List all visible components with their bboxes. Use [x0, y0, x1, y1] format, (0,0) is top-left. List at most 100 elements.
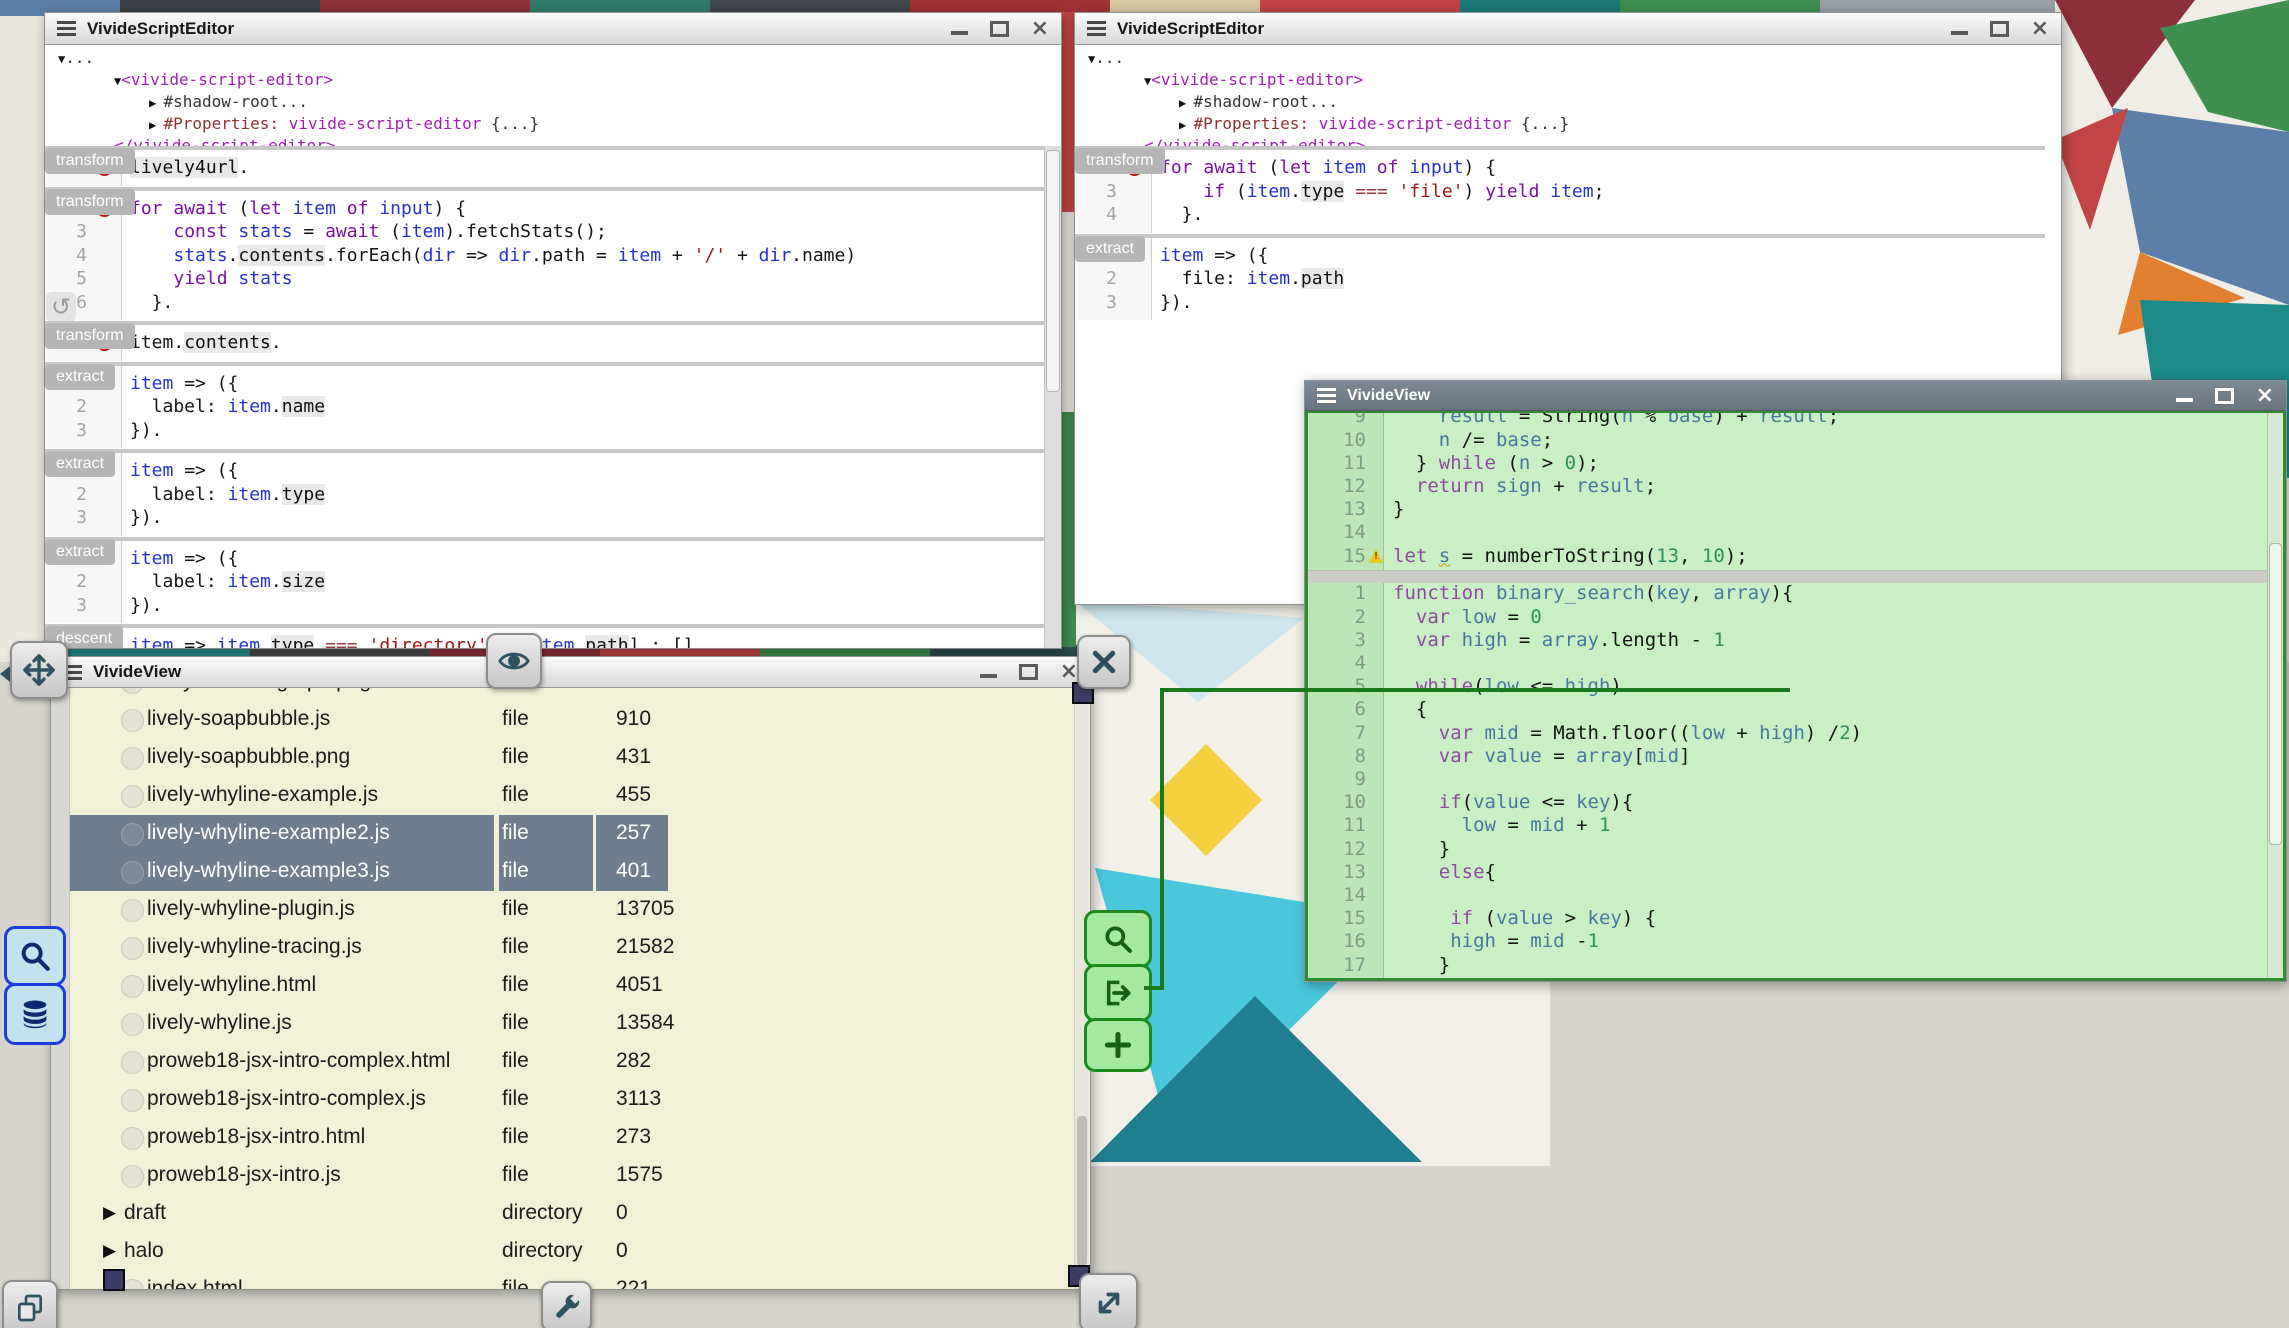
script-step[interactable]: !1xlively4url.transform	[45, 146, 1045, 186]
scrollbar[interactable]	[2267, 413, 2283, 978]
file-row[interactable]: lively-soapbubble.pngfile431	[69, 739, 1075, 777]
step-type-badge[interactable]: extract	[45, 451, 115, 477]
file-row[interactable]: ▶draftdirectory0	[69, 1195, 1075, 1233]
code-text[interactable]: result = String(n % base) + result;	[1386, 410, 1839, 429]
step-type-badge[interactable]: extract	[45, 539, 115, 565]
code-text[interactable]: file: item.path	[1151, 267, 1344, 291]
code-text[interactable]: item.contents.	[121, 331, 282, 355]
search-button[interactable]	[4, 926, 66, 986]
file-row[interactable]: lively-soapbubble.jsfile910	[69, 701, 1075, 739]
script-step[interactable]: 1item => item.type === 'directory' ? [it…	[45, 624, 1045, 648]
code-view[interactable]: 9 result = String(n % base) + result;10 …	[1305, 410, 2286, 981]
titlebar[interactable]: VivideView ×	[51, 657, 1090, 688]
titlebar[interactable]: VivideScriptEditor ×	[1075, 13, 2061, 45]
export-button[interactable]	[1084, 964, 1152, 1022]
step-type-badge[interactable]: transform	[1075, 148, 1165, 174]
file-row[interactable]: lively-whyline.htmlfile4051	[69, 967, 1075, 1005]
database-button[interactable]	[4, 983, 66, 1045]
undo-icon[interactable]: ↺	[46, 292, 76, 322]
code-text[interactable]: n /= base;	[1386, 429, 1553, 452]
scrollbar-thumb[interactable]	[2269, 543, 2282, 845]
minimize-icon[interactable]	[951, 31, 968, 35]
script-step[interactable]: 1item => ({2 label: item.size3}).extract	[45, 537, 1045, 624]
script-step[interactable]: 1item => ({2 label: item.name3}).extract	[45, 362, 1045, 449]
file-row[interactable]: lively-whyline-plugin.jsfile13705	[69, 891, 1075, 929]
titlebar[interactable]: VivideScriptEditor ×	[45, 13, 1061, 45]
code-text[interactable]: }	[1386, 838, 1450, 861]
code-text[interactable]: var mid = Math.floor((low + high) /2)	[1386, 722, 1862, 745]
close-icon[interactable]: ×	[2031, 18, 2049, 40]
copy-button[interactable]	[2, 1280, 58, 1328]
code-text[interactable]: item => ({	[121, 547, 238, 571]
menu-icon[interactable]	[1317, 388, 1336, 403]
eye-button[interactable]	[486, 633, 542, 689]
code-text[interactable]: if (item.type === 'file') yield item;	[1151, 180, 1604, 204]
code-text[interactable]: }).	[121, 594, 163, 618]
close-icon[interactable]: ×	[2256, 385, 2274, 407]
file-row[interactable]: lively-whyline-tracing.jsfile21582	[69, 929, 1075, 967]
code-text[interactable]: label: item.size	[121, 570, 325, 594]
code-text[interactable]: item => item.type === 'directory' ? [ite…	[121, 634, 704, 648]
file-row[interactable]: lively-whyline-example.jsfile455	[69, 777, 1075, 815]
file-row[interactable]: proweb18-jsx-intro.jsfile1575	[69, 1157, 1075, 1195]
titlebar[interactable]: VivideView ×	[1305, 381, 2286, 411]
move-button[interactable]	[10, 641, 68, 699]
expand-triangle-icon[interactable]: ▶	[103, 1241, 116, 1261]
code-text[interactable]: item => ({	[121, 372, 238, 396]
code-text[interactable]: if(value <= key){	[1386, 791, 1633, 814]
code-text[interactable]: item => ({	[121, 459, 238, 483]
scrollbar[interactable]	[1044, 146, 1061, 648]
maximize-icon[interactable]	[1990, 21, 2009, 37]
step-type-badge[interactable]: transform	[45, 323, 135, 349]
menu-icon[interactable]	[1087, 21, 1106, 36]
code-text[interactable]: }	[1386, 498, 1404, 521]
code-text[interactable]: label: item.type	[121, 483, 325, 507]
code-text[interactable]: for await (let item of input) {	[121, 197, 466, 221]
code-text[interactable]: }).	[121, 506, 163, 530]
file-row[interactable]: lively-whyline.jsfile13584	[69, 1005, 1075, 1043]
code-text[interactable]: low = mid + 1	[1386, 814, 1610, 837]
code-text[interactable]: }).	[1151, 291, 1193, 315]
close-icon[interactable]: ×	[1031, 18, 1049, 40]
code-text[interactable]: var value = array[mid]	[1386, 745, 1691, 768]
file-row[interactable]: proweb18-jsx-intro.htmlfile273	[69, 1119, 1075, 1157]
maximize-icon[interactable]	[1019, 664, 1038, 680]
resize-handle[interactable]	[103, 1269, 125, 1291]
script-step[interactable]: !1xitem.contents.transform	[45, 321, 1045, 361]
file-row[interactable]: proweb18-jsx-intro-complex.jsfile3113	[69, 1081, 1075, 1119]
file-row[interactable]: ▶halodirectory0	[69, 1233, 1075, 1271]
code-text[interactable]: }.	[121, 291, 173, 315]
close-icon[interactable]: ×	[1060, 661, 1078, 683]
code-text[interactable]: else{	[1386, 861, 1496, 884]
script-step[interactable]: 1item => ({2 label: item.type3}).extract	[45, 449, 1045, 536]
code-text[interactable]: return sign + result;	[1386, 475, 1656, 498]
file-row[interactable]: lively-whyline-example3.jsfile401	[69, 853, 1075, 891]
minimize-icon[interactable]	[980, 674, 997, 678]
script-step[interactable]: 1item => ({2 file: item.path3}).extract	[1075, 234, 2045, 321]
wrench-button[interactable]	[541, 1281, 592, 1328]
code-text[interactable]: while(low <= high)	[1386, 675, 1622, 698]
maximize-icon[interactable]	[2215, 388, 2234, 404]
maximize-icon[interactable]	[990, 21, 1009, 37]
code-text[interactable]: high = mid -1	[1386, 930, 1599, 953]
code-text[interactable]: {	[1386, 698, 1427, 721]
file-row[interactable]: lively-whyline-example2.jsfile257	[69, 815, 1075, 853]
code-text[interactable]: let s = numberToString(13, 10);	[1386, 545, 1748, 568]
code-text[interactable]: }	[1386, 954, 1450, 977]
search-button-green[interactable]	[1084, 910, 1152, 968]
minimize-icon[interactable]	[2176, 398, 2193, 402]
close-halo-button[interactable]	[1077, 635, 1131, 689]
resize-button[interactable]	[1079, 1273, 1138, 1328]
step-type-badge[interactable]: transform	[45, 148, 135, 174]
code-text[interactable]: yield stats	[121, 267, 293, 291]
code-text[interactable]: function binary_search(key, array){	[1386, 582, 1793, 605]
code-text[interactable]: if (value > key) {	[1386, 907, 1656, 930]
scrollbar-thumb[interactable]	[1077, 1116, 1087, 1266]
step-type-badge[interactable]: extract	[45, 364, 115, 390]
minimize-icon[interactable]	[1951, 31, 1968, 35]
menu-icon[interactable]	[57, 21, 76, 36]
scrollbar-thumb[interactable]	[1046, 150, 1060, 392]
code-text[interactable]: for await (let item of input) {	[1151, 156, 1496, 180]
code-text[interactable]: }.	[1151, 203, 1203, 227]
code-text[interactable]: }).	[121, 419, 163, 443]
